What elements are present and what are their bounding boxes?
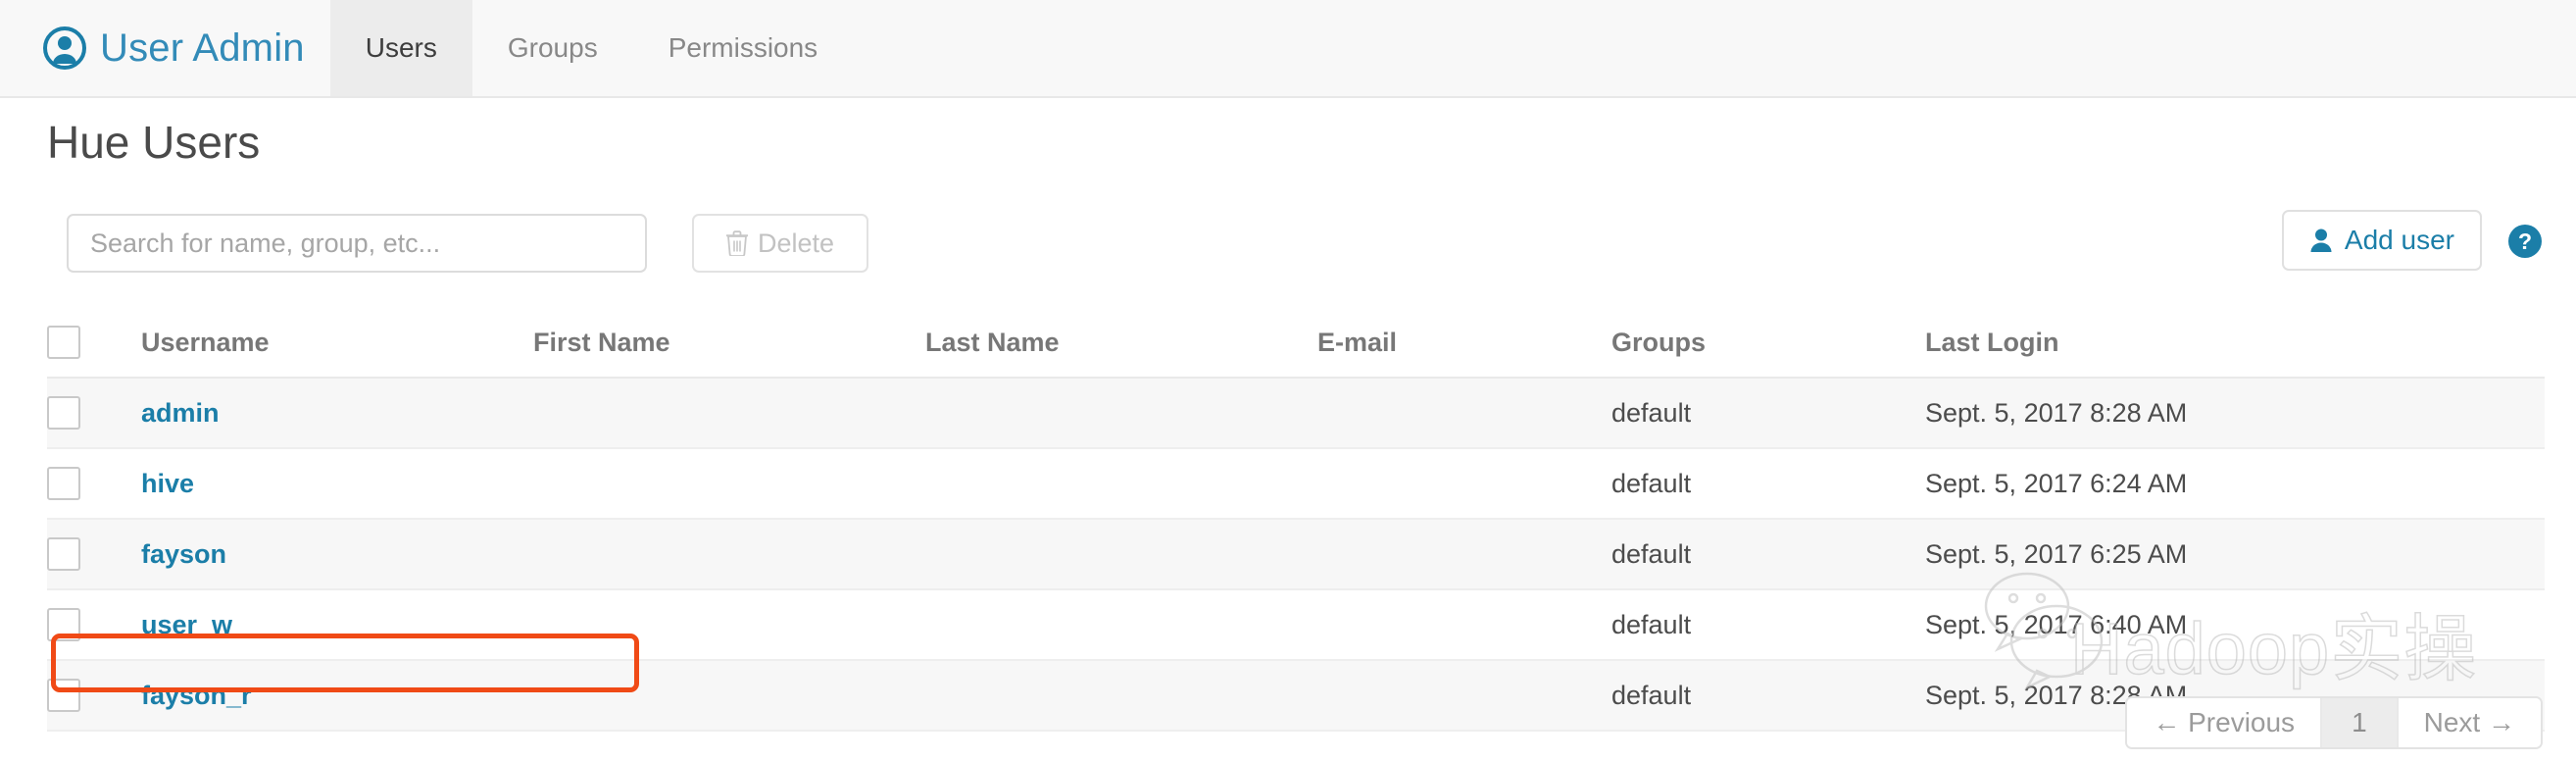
cell-email — [1317, 660, 1611, 731]
column-header-last-name[interactable]: Last Name — [925, 314, 1317, 378]
cell-email — [1317, 448, 1611, 519]
nav-tabs: Users Groups Permissions — [330, 0, 853, 96]
cell-email — [1317, 378, 1611, 448]
column-header-groups[interactable]: Groups — [1611, 314, 1925, 378]
page-root: User Admin Users Groups Permissions Hue … — [0, 0, 2576, 761]
users-table: Username First Name Last Name E-mail Gro… — [47, 314, 2545, 732]
row-checkbox[interactable] — [47, 537, 80, 571]
table-row[interactable]: admin default Sept. 5, 2017 8:28 AM — [47, 378, 2545, 448]
user-add-icon — [2309, 228, 2333, 253]
row-select-cell — [47, 660, 141, 731]
row-select-cell — [47, 378, 141, 448]
search-input[interactable] — [67, 214, 647, 273]
username-link[interactable]: admin — [141, 398, 220, 428]
cell-last-name — [925, 448, 1317, 519]
cell-username: fayson — [141, 519, 533, 589]
cell-email — [1317, 519, 1611, 589]
select-all-cell — [47, 314, 141, 378]
column-header-first-name[interactable]: First Name — [533, 314, 925, 378]
username-link[interactable]: fayson — [141, 539, 226, 569]
delete-button-label: Delete — [758, 228, 834, 259]
cell-groups: default — [1611, 378, 1925, 448]
cell-username: hive — [141, 448, 533, 519]
table-row[interactable]: fayson default Sept. 5, 2017 6:25 AM — [47, 519, 2545, 589]
cell-groups: default — [1611, 519, 1925, 589]
current-page-button[interactable]: 1 — [2322, 698, 2399, 747]
column-header-last-login[interactable]: Last Login — [1925, 314, 2545, 378]
cell-username: admin — [141, 378, 533, 448]
next-page-button[interactable]: Next → — [2399, 698, 2541, 747]
username-link[interactable]: fayson_r — [141, 681, 252, 710]
brand-label: User Admin — [100, 28, 305, 68]
column-header-username[interactable]: Username — [141, 314, 533, 378]
svg-text:?: ? — [2518, 228, 2532, 254]
cell-last-name — [925, 519, 1317, 589]
cell-email — [1317, 589, 1611, 660]
cell-last-name — [925, 589, 1317, 660]
add-user-label: Add user — [2345, 225, 2454, 256]
username-link[interactable]: user_w — [141, 610, 232, 639]
cell-first-name — [533, 448, 925, 519]
cell-first-name — [533, 378, 925, 448]
select-all-checkbox[interactable] — [47, 326, 80, 359]
cell-last-login: Sept. 5, 2017 6:24 AM — [1925, 448, 2545, 519]
cell-first-name — [533, 589, 925, 660]
table-header-row: Username First Name Last Name E-mail Gro… — [47, 314, 2545, 378]
page-title: Hue Users — [47, 116, 260, 170]
cell-last-login: Sept. 5, 2017 6:40 AM — [1925, 589, 2545, 660]
cell-last-login: Sept. 5, 2017 6:25 AM — [1925, 519, 2545, 589]
tab-groups[interactable]: Groups — [472, 0, 633, 96]
trash-icon — [726, 230, 748, 256]
tab-users[interactable]: Users — [330, 0, 472, 96]
add-user-button[interactable]: Add user — [2282, 210, 2482, 271]
user-circle-icon — [43, 26, 86, 70]
tab-permissions[interactable]: Permissions — [633, 0, 853, 96]
table-row[interactable]: user_w default Sept. 5, 2017 6:40 AM — [47, 589, 2545, 660]
row-checkbox[interactable] — [47, 396, 80, 430]
table-body: admin default Sept. 5, 2017 8:28 AM hive… — [47, 378, 2545, 731]
cell-first-name — [533, 519, 925, 589]
previous-page-button[interactable]: ← Previous — [2127, 698, 2322, 747]
cell-last-name — [925, 378, 1317, 448]
top-navbar: User Admin Users Groups Permissions — [0, 0, 2576, 98]
users-table-wrapper: Username First Name Last Name E-mail Gro… — [47, 314, 2545, 732]
row-select-cell — [47, 519, 141, 589]
table-header: Username First Name Last Name E-mail Gro… — [47, 314, 2545, 378]
cell-groups: default — [1611, 660, 1925, 731]
cell-groups: default — [1611, 448, 1925, 519]
cell-username: user_w — [141, 589, 533, 660]
row-checkbox[interactable] — [47, 608, 80, 641]
brand-link[interactable]: User Admin — [0, 0, 330, 96]
cell-first-name — [533, 660, 925, 731]
row-checkbox[interactable] — [47, 679, 80, 712]
row-select-cell — [47, 589, 141, 660]
delete-button[interactable]: Delete — [692, 214, 868, 273]
pagination: ← Previous 1 Next → — [2125, 696, 2543, 749]
cell-groups: default — [1611, 589, 1925, 660]
column-header-email[interactable]: E-mail — [1317, 314, 1611, 378]
toolbar: Delete Add user ? — [0, 214, 2576, 277]
row-select-cell — [47, 448, 141, 519]
row-checkbox[interactable] — [47, 467, 80, 500]
cell-last-login: Sept. 5, 2017 8:28 AM — [1925, 378, 2545, 448]
username-link[interactable]: hive — [141, 469, 194, 498]
cell-username: fayson_r — [141, 660, 533, 731]
cell-last-name — [925, 660, 1317, 731]
table-row[interactable]: hive default Sept. 5, 2017 6:24 AM — [47, 448, 2545, 519]
